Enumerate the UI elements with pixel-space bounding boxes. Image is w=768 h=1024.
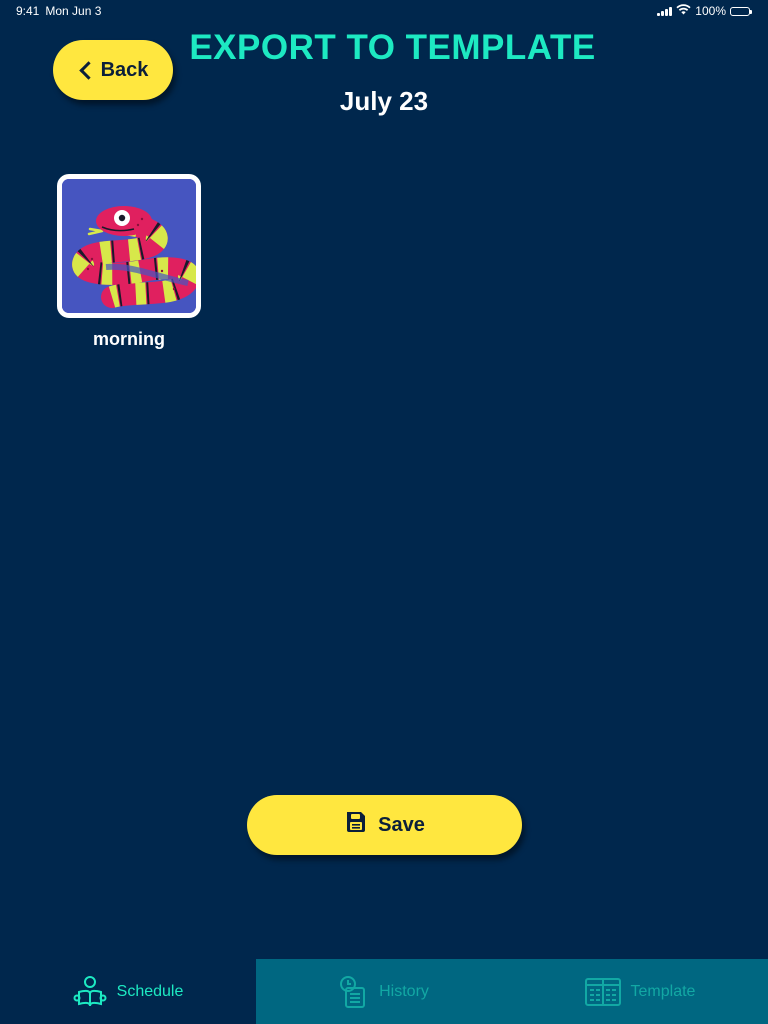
status-time: 9:41 xyxy=(16,4,40,18)
tab-template[interactable]: Template xyxy=(512,959,768,1024)
status-bar: 9:41 Mon Jun 3 100% xyxy=(0,0,768,24)
save-icon xyxy=(344,810,368,840)
tab-template-label: Template xyxy=(630,982,696,1000)
activity-thumbnail[interactable] xyxy=(57,174,201,318)
activity-card[interactable]: morning xyxy=(57,174,201,354)
status-left: 9:41 Mon Jun 3 xyxy=(16,4,101,18)
wifi-icon xyxy=(676,4,691,18)
page-title: EXPORT TO TEMPLATE xyxy=(189,28,596,67)
history-icon xyxy=(339,975,369,1009)
child-reading-icon xyxy=(73,975,107,1009)
battery-icon xyxy=(730,6,752,16)
save-button-label: Save xyxy=(378,813,425,836)
status-right: 100% xyxy=(657,4,752,18)
save-button[interactable]: Save xyxy=(247,795,522,855)
tab-history[interactable]: History xyxy=(256,959,512,1024)
snake-icon xyxy=(62,179,196,313)
cellular-signal-icon xyxy=(657,6,673,16)
status-date: Mon Jun 3 xyxy=(45,4,102,18)
template-icon xyxy=(584,977,621,1006)
battery-percent: 100% xyxy=(695,4,726,18)
tab-bar: Schedule History Template xyxy=(0,959,768,1024)
activity-label: morning xyxy=(93,329,165,349)
page-subtitle: July 23 xyxy=(339,86,429,116)
tab-schedule-label: Schedule xyxy=(116,982,184,1000)
tab-schedule[interactable]: Schedule xyxy=(0,959,256,1024)
tab-history-label: History xyxy=(379,982,429,1000)
